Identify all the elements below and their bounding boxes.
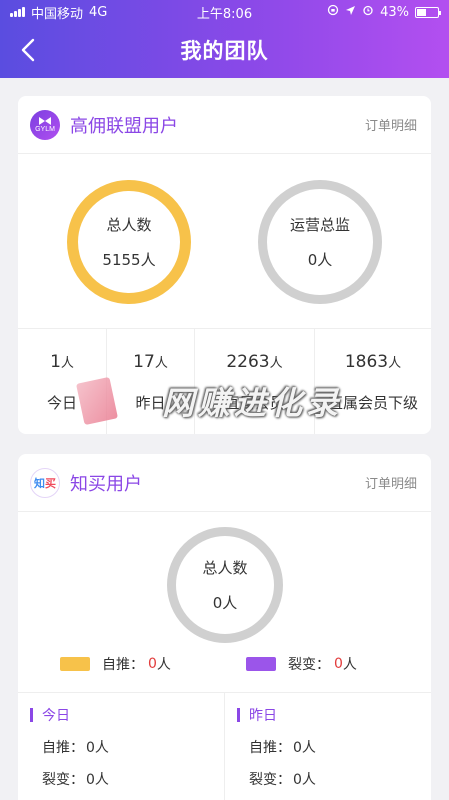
gylm-card-title: 高佣联盟用户 <box>70 115 178 137</box>
page-title: 我的团队 <box>180 39 269 63</box>
back-button[interactable] <box>12 34 44 66</box>
total-users-label: 总人数 <box>106 216 152 234</box>
nav-bar: 我的团队 <box>0 28 449 72</box>
status-bar: 中国移动 4G 上午8:06 43% <box>0 0 449 24</box>
carrier-name: 中国移动 <box>31 6 84 22</box>
zhimai-total-label: 总人数 <box>202 559 248 577</box>
legend-fission: 裂变： 0人 <box>246 654 357 674</box>
stat-direct-subordinates[interactable]: 1863人 直属会员下级 <box>314 329 431 434</box>
breakdown-yesterday-self: 自推： 0人 <box>249 740 316 756</box>
stat-today-label: 今日 <box>46 393 77 412</box>
signal-icon <box>10 7 25 17</box>
legend-self-push-swatch <box>60 657 90 671</box>
gylm-card-header: GYLM 高佣联盟用户 订单明细 <box>18 96 431 154</box>
rotation-lock-icon <box>327 4 339 20</box>
breakdown-yesterday-title: 昨日 <box>249 708 277 724</box>
breakdown-yesterday-fission: 裂变： 0人 <box>249 772 316 788</box>
gylm-order-detail-link[interactable]: 订单明细 <box>365 115 417 134</box>
zhimai-users-card: 知买 知买用户 订单明细 总人数 0人 自推： 0人 裂变： 0人 今日 自推：… <box>18 454 431 800</box>
legend-fission-swatch <box>246 657 276 671</box>
network-type: 4G <box>89 4 108 20</box>
stat-direct-subordinates-value: 1863 <box>344 351 389 372</box>
stat-direct-members-value: 2263 <box>226 351 270 372</box>
total-users-value: 5155人 <box>102 251 156 269</box>
ops-director-label: 运营总监 <box>289 216 350 234</box>
breakdown-today: 今日 自推： 0人 裂变： 0人 <box>18 693 224 800</box>
stat-direct-members-label: 直属会员 <box>224 393 285 412</box>
stat-direct-subordinates-label: 直属会员下级 <box>327 393 418 412</box>
stat-direct-members[interactable]: 2263人 直属会员 <box>194 329 314 434</box>
total-users-ring: 总人数 5155人 <box>67 180 191 304</box>
breakdown-today-title: 今日 <box>42 708 70 724</box>
legend-fission-num: 0 <box>334 656 343 672</box>
chevron-left-icon <box>21 38 35 62</box>
legend-self-push-label: 自推： <box>102 657 144 673</box>
legend-self-push: 自推： 0人 <box>60 654 171 674</box>
gylm-stats-row: 1人 今日 17人 昨日 2263人 直属会员 1863人 直属会员下级 <box>18 328 431 434</box>
zhimai-order-detail-link[interactable]: 订单明细 <box>365 473 417 492</box>
zhimai-total-value: 0人 <box>212 594 238 612</box>
ops-director-ring: 运营总监 0人 <box>258 180 382 304</box>
breakdown-yesterday: 昨日 自推： 0人 裂变： 0人 <box>224 693 430 800</box>
stat-yesterday-value: 17 <box>133 351 155 372</box>
location-icon <box>345 5 356 20</box>
gylm-logo-icon: GYLM <box>30 109 60 140</box>
breakdown-today-self: 自推： 0人 <box>42 740 109 756</box>
stat-today-value: 1 <box>50 351 61 372</box>
app-header: 中国移动 4G 上午8:06 43% 我的团队 <box>0 0 449 78</box>
stat-yesterday-label: 昨日 <box>135 393 166 412</box>
zhimai-card-title: 知买用户 <box>70 473 142 495</box>
gylm-users-card: GYLM 高佣联盟用户 订单明细 总人数 5155人 运营总监 0人 1人 今日… <box>18 96 431 434</box>
ops-director-value: 0人 <box>307 251 333 269</box>
zhimai-breakdown-grid: 今日 自推： 0人 裂变： 0人 昨日 自推： 0人 裂变： 0人 <box>18 692 431 800</box>
battery-percent: 43% <box>380 4 409 20</box>
stat-today[interactable]: 1人 今日 <box>18 329 106 434</box>
zhimai-logo-icon: 知买 <box>30 467 60 498</box>
alarm-icon <box>362 4 374 20</box>
zhimai-card-header: 知买 知买用户 订单明细 <box>18 454 431 512</box>
breakdown-today-fission: 裂变： 0人 <box>42 772 109 788</box>
legend-self-push-num: 0 <box>148 656 157 672</box>
stat-yesterday[interactable]: 17人 昨日 <box>106 329 194 434</box>
legend-fission-label: 裂变： <box>288 657 330 673</box>
battery-icon <box>415 6 441 18</box>
zhimai-total-ring: 总人数 0人 <box>167 527 283 643</box>
